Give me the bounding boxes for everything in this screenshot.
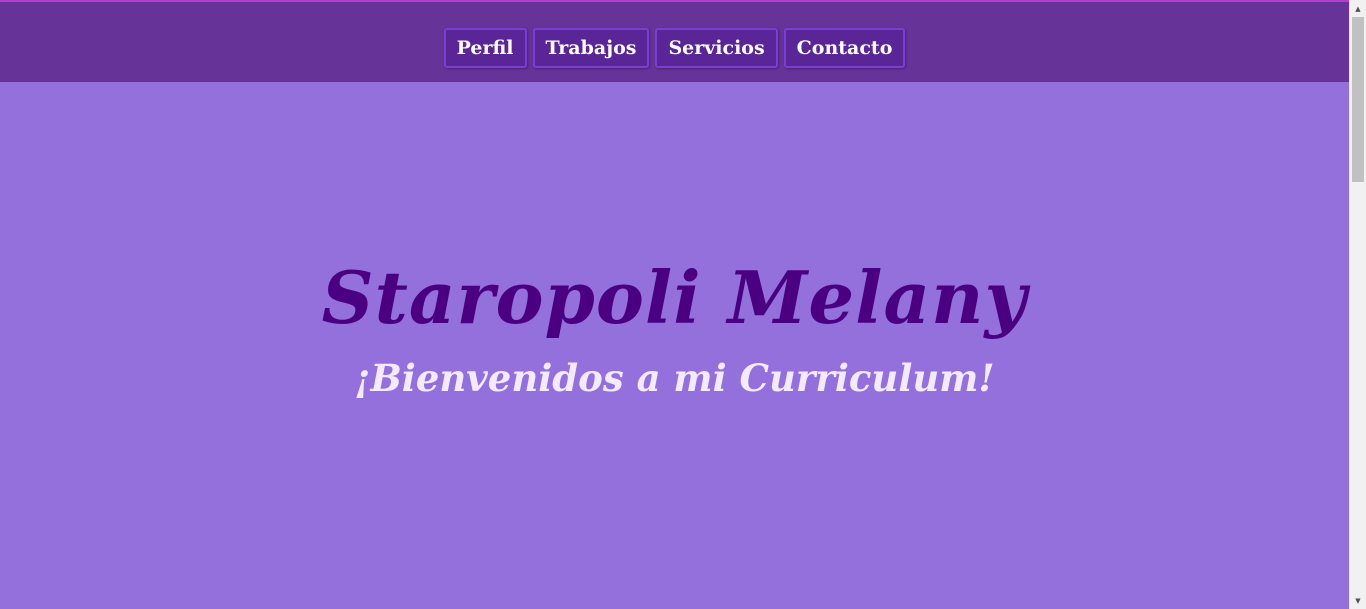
- nav-item-servicios[interactable]: Servicios: [655, 28, 778, 68]
- page: Perfil Trabajos Servicios Contacto Staro…: [0, 0, 1366, 609]
- nav-item-trabajos[interactable]: Trabajos: [532, 28, 650, 68]
- top-navbar: Perfil Trabajos Servicios Contacto: [0, 2, 1349, 82]
- nav-item-perfil[interactable]: Perfil: [443, 28, 527, 68]
- scrollbar-thumb[interactable]: [1352, 17, 1364, 182]
- nav-item-contacto[interactable]: Contacto: [783, 28, 906, 68]
- nav-list: Perfil Trabajos Servicios Contacto: [443, 28, 906, 68]
- scroll-up-arrow-icon[interactable]: ▲: [1350, 0, 1366, 17]
- hero-subtitle: ¡Bienvenidos a mi Curriculum!: [354, 356, 995, 400]
- scroll-down-arrow-icon[interactable]: ▼: [1350, 592, 1366, 609]
- vertical-scrollbar[interactable]: ▲ ▼: [1349, 0, 1366, 609]
- hero-title: Staropoli Melany: [321, 255, 1028, 340]
- hero-section: Staropoli Melany ¡Bienvenidos a mi Curri…: [0, 82, 1349, 609]
